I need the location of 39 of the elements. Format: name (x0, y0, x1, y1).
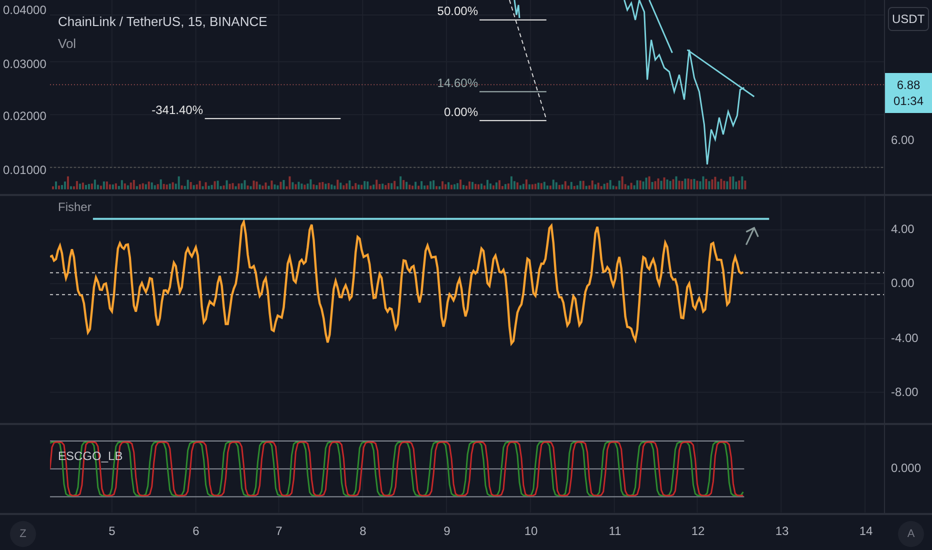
fib-level-label: 50.00% (437, 4, 478, 19)
fib-level-label: 14.60% (437, 76, 478, 91)
axis-label: 0.00 (891, 276, 914, 290)
symbol-title: ChainLink / TetherUS, 15, BINANCE (58, 14, 268, 29)
fib-level-line (479, 120, 546, 122)
trend-line (686, 49, 755, 98)
axis-label: 0.01000 (3, 163, 46, 177)
axis-label: -8.00 (891, 385, 918, 400)
axis-label: 4.00 (891, 222, 914, 236)
axis-label: 0.04000 (3, 3, 46, 17)
time-label: 5 (108, 524, 116, 538)
time-label: 7 (276, 524, 282, 538)
price-value: 6.88 (896, 77, 920, 93)
time-label: 11 (608, 524, 622, 538)
arrow-drawing (745, 227, 759, 246)
fib-level-label: -341.40% (152, 103, 203, 118)
indicator-title: Fisher (58, 200, 92, 214)
axis-label: 6.00 (891, 133, 914, 147)
fib-level-line (479, 91, 546, 92)
time-label: 6 (192, 524, 200, 538)
fib-level-line (479, 19, 546, 21)
trend-line (648, 0, 673, 54)
time-label: 13 (775, 524, 789, 538)
auto-scale-button[interactable]: A (898, 521, 924, 548)
axis-label: 0.02000 (3, 109, 46, 123)
price-line-drawing (514, 0, 520, 18)
axis-label: 0.03000 (3, 57, 46, 71)
time-label: 9 (444, 524, 450, 538)
time-label: 8 (360, 524, 366, 538)
currency-button[interactable]: USDT (888, 7, 929, 31)
time-label: 14 (859, 524, 873, 538)
axis-label: 0.000 (891, 461, 922, 476)
countdown-timer: 01:34 (893, 93, 924, 109)
axis-label: -4.00 (891, 331, 918, 346)
auto-scale-button[interactable]: Z (10, 521, 36, 548)
time-label: 12 (691, 524, 705, 538)
fib-level-label: 0.00% (444, 105, 478, 120)
time-label: 10 (524, 524, 538, 538)
volume-label: Vol (58, 36, 76, 51)
